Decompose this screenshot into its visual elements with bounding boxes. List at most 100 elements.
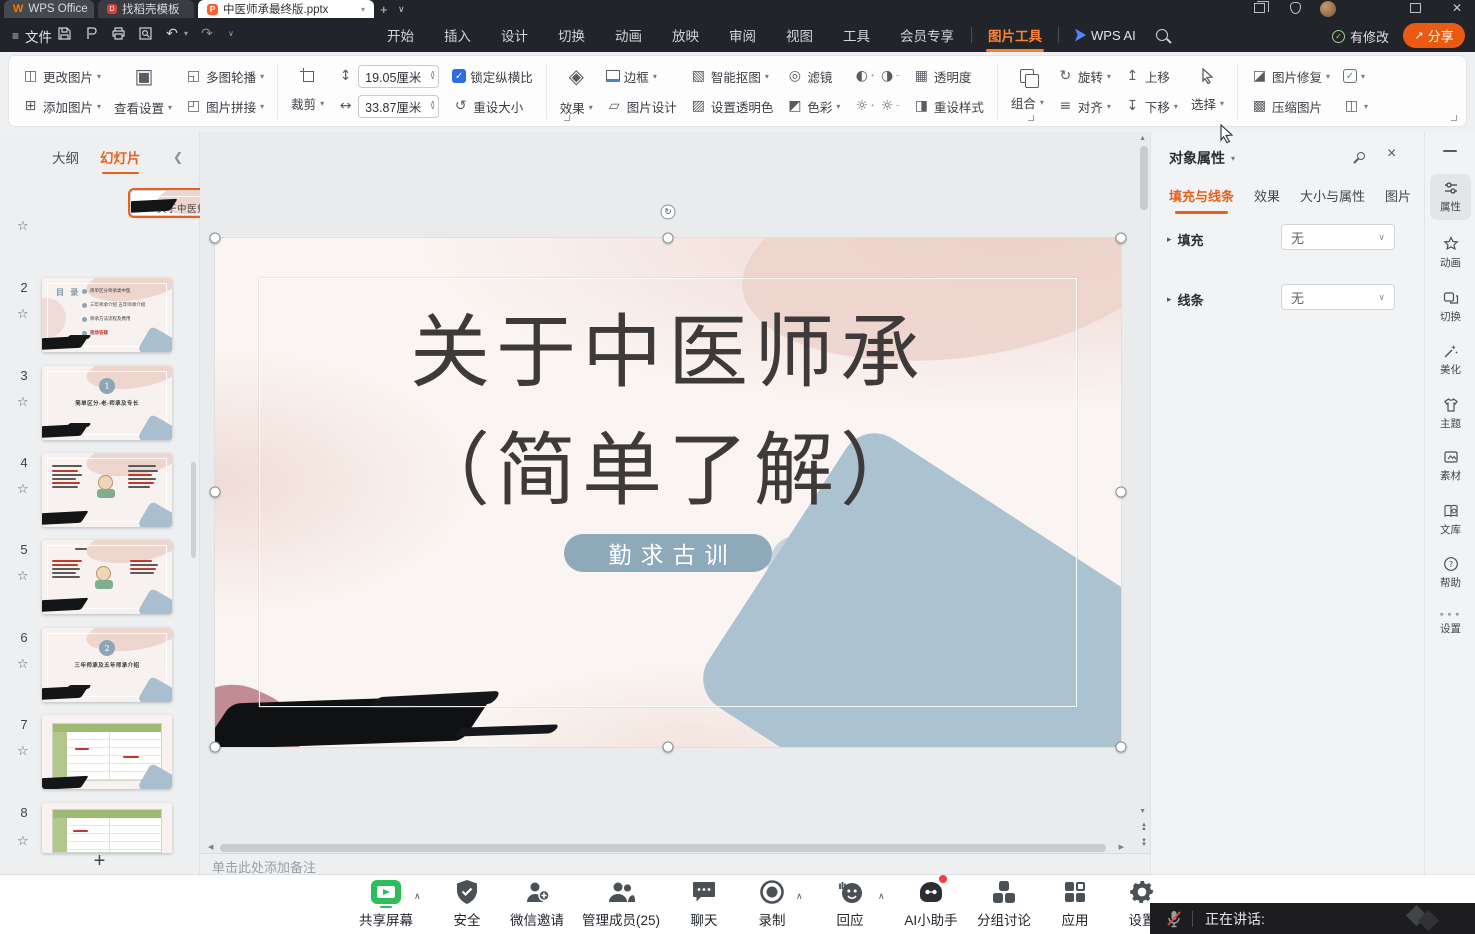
crop-button[interactable]: 裁剪▾	[291, 92, 324, 114]
send-backward-button[interactable]: ↧下移▾	[1124, 95, 1178, 117]
lock-aspect-ratio-checkbox[interactable]: ✓锁定纵横比	[452, 65, 533, 87]
menu-animation[interactable]: 动画	[600, 18, 657, 52]
group-expander-icon[interactable]	[564, 115, 570, 121]
chevron-down-icon[interactable]: ▾	[361, 5, 365, 14]
resize-handle-s[interactable]	[663, 742, 674, 753]
contrast-down-icon[interactable]: ◑	[879, 68, 896, 84]
resize-handle-nw[interactable]	[210, 233, 221, 244]
restore-window-icon[interactable]	[1254, 3, 1265, 13]
tab-outline[interactable]: 大纲	[52, 147, 79, 167]
menu-insert[interactable]: 插入	[429, 18, 486, 52]
selection-toggle-button[interactable]: ✓▾	[1343, 65, 1368, 87]
color-button[interactable]: ◩色彩▾	[786, 95, 840, 117]
slide-thumbnail-2[interactable]: 2 ☆ 目 录 简单区分师承类中医 三年师承介绍 五年师承介绍 师承方法流程及费…	[0, 278, 200, 352]
export-pdf-icon[interactable]	[83, 25, 99, 41]
tab-picture-tools[interactable]: 图片工具	[974, 18, 1056, 52]
picture-stitch-button[interactable]: ◰图片拼接▾	[185, 95, 264, 117]
print-icon[interactable]	[110, 25, 126, 41]
undo-chevron-icon[interactable]: ▾	[184, 29, 188, 38]
resize-handle-e[interactable]	[1116, 487, 1127, 498]
wps-ai-button[interactable]: WPS AI	[1061, 28, 1148, 43]
tab-list-chevron-icon[interactable]: ∨	[398, 4, 405, 15]
spinner-arrows-icon[interactable]: ∧∨	[430, 72, 435, 80]
slide-title[interactable]: 关于中医师承 （简单了解）	[215, 294, 1121, 530]
close-icon[interactable]: ✕	[1452, 1, 1462, 15]
rail-item-beautify[interactable]: 美化	[1425, 343, 1475, 377]
group-button[interactable]: 组合▾	[1011, 91, 1044, 113]
rail-item-animation[interactable]: 动画	[1425, 236, 1475, 270]
tab-fill-and-line[interactable]: 填充与线条	[1169, 186, 1234, 205]
slide-canvas[interactable]: 关于中医师承 （简单了解） 勤求古训 ↻ ▲ ▼ ▲▲ ▼▼ ◀ ▶ 单击此处添…	[200, 132, 1150, 875]
print-preview-icon[interactable]	[137, 25, 153, 41]
filter-button[interactable]: ◎滤镜	[786, 65, 840, 87]
menu-review[interactable]: 审阅	[714, 18, 771, 52]
collapse-rail-icon[interactable]	[1443, 150, 1457, 152]
reset-size-button[interactable]: ↺重设大小	[452, 95, 533, 117]
group-expander-icon[interactable]	[1028, 115, 1034, 121]
slide-thumbnail-8[interactable]: 8 ☆	[0, 803, 200, 853]
rail-item-properties[interactable]: 属性	[1430, 174, 1471, 220]
wechat-invite-button[interactable]: 微信邀请	[489, 877, 585, 929]
menu-member[interactable]: 会员专享	[885, 18, 969, 52]
redo-icon[interactable]: ↷	[199, 25, 215, 41]
protect-icon[interactable]	[1290, 2, 1301, 14]
pin-icon[interactable]	[1355, 150, 1366, 161]
file-menu-button[interactable]: ≡ 文件	[12, 26, 52, 46]
slide-thumbnail-4[interactable]: 4 ☆	[0, 453, 200, 527]
previous-slide-icon[interactable]: ▲▲	[1141, 824, 1147, 831]
close-icon[interactable]: ×	[1387, 145, 1396, 163]
new-tab-button[interactable]: +	[380, 2, 388, 17]
slide-thumbnail-6[interactable]: 6 ☆ 2 三年师承及五年师承介绍	[0, 628, 200, 702]
spinner-arrows-icon[interactable]: ∧∨	[430, 102, 435, 110]
menu-slideshow[interactable]: 放映	[657, 18, 714, 52]
resize-handle-se[interactable]	[1116, 742, 1127, 753]
menu-design[interactable]: 设计	[486, 18, 543, 52]
collapse-panel-icon[interactable]: ❮	[173, 150, 183, 164]
height-stepper[interactable]: ∧∨	[358, 65, 439, 88]
view-settings-button[interactable]: 查看设置▾	[114, 96, 172, 118]
select-button[interactable]: 选择▾	[1191, 92, 1224, 114]
sidebar-scrollbar[interactable]	[191, 462, 196, 558]
menu-tools[interactable]: 工具	[828, 18, 885, 52]
slide-thumbnail-5[interactable]: 5 ☆	[0, 540, 200, 614]
tab-docer-templates[interactable]: D 找稻壳模板	[98, 0, 194, 18]
line-select[interactable]: 无 ∨	[1281, 284, 1395, 310]
slide-thumbnail-1[interactable]: 1 ☆ 关于中医师承（简单了解） 勤求古训	[0, 190, 200, 264]
picture-convert-button[interactable]: ◫▾	[1343, 95, 1368, 117]
width-input[interactable]	[365, 99, 427, 113]
rail-item-assets[interactable]: 素材	[1425, 449, 1475, 483]
height-input[interactable]	[365, 69, 427, 83]
resize-handle-sw[interactable]	[210, 742, 221, 753]
align-button[interactable]: ≡对齐▾	[1057, 95, 1111, 117]
reset-style-button[interactable]: ◨重设样式	[913, 95, 984, 117]
next-slide-icon[interactable]: ▼▼	[1141, 840, 1147, 847]
rail-item-transition[interactable]: 切换	[1425, 290, 1475, 324]
multi-carousel-button[interactable]: ◱多图轮播▾	[185, 65, 264, 87]
notes-placeholder[interactable]: 单击此处添加备注	[200, 853, 1150, 875]
rail-item-library[interactable]: 文库	[1425, 503, 1475, 537]
menu-view[interactable]: 视图	[771, 18, 828, 52]
scroll-right-icon[interactable]: ▶	[1119, 843, 1124, 851]
menu-home[interactable]: 开始	[372, 18, 429, 52]
set-transparent-color-button[interactable]: ▨设置透明色	[690, 95, 774, 117]
resize-handle-n[interactable]	[663, 233, 674, 244]
slide-editing-area[interactable]: 关于中医师承 （简单了解） 勤求古训	[215, 238, 1121, 747]
horizontal-scrollbar[interactable]	[220, 844, 1106, 852]
undo-icon[interactable]: ↶	[164, 25, 180, 41]
tab-picture[interactable]: 图片	[1385, 186, 1411, 205]
add-slide-button[interactable]: +	[94, 850, 106, 873]
menu-transition[interactable]: 切换	[543, 18, 600, 52]
picture-repair-button[interactable]: ◪图片修复▾	[1251, 65, 1330, 87]
avatar[interactable]	[1320, 1, 1336, 17]
bring-forward-button[interactable]: ↥上移	[1124, 65, 1178, 87]
picture-design-button[interactable]: ▱图片设计	[606, 95, 677, 117]
brightness-down-icon[interactable]: ☼	[879, 98, 896, 114]
quickbar-customize-icon[interactable]: ∨	[228, 29, 234, 38]
slide-thumbnail-3[interactable]: 3 ☆ 1 简单区分-老-师承及专长	[0, 366, 200, 440]
border-button[interactable]: 边框▾	[606, 65, 677, 87]
slide-thumbnail-7[interactable]: 7 ☆	[0, 715, 200, 789]
tab-current-document[interactable]: P 中医师承最终版.pptx ▾	[198, 0, 374, 18]
share-button[interactable]: ↗ 分享	[1403, 23, 1465, 48]
search-icon[interactable]	[1156, 29, 1168, 41]
contrast-up-icon[interactable]: ◐	[853, 68, 870, 84]
